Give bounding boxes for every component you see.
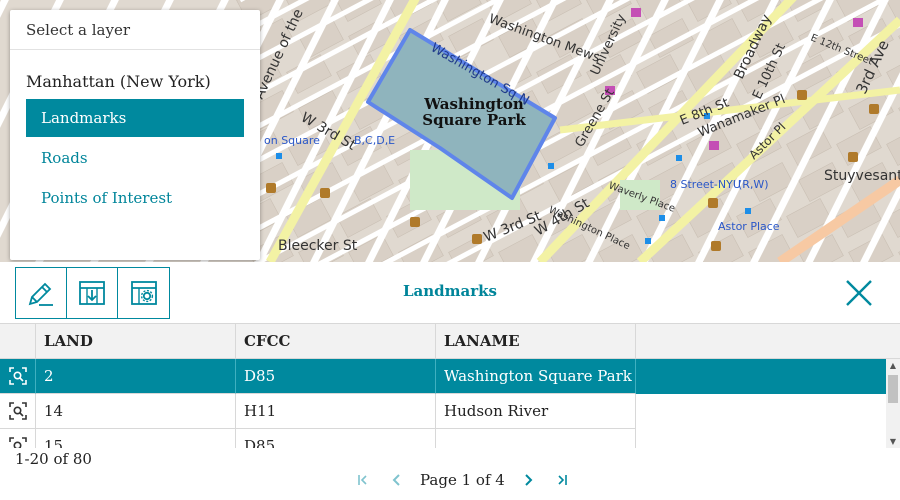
layer-item-points-of-interest[interactable]: Points of Interest bbox=[26, 179, 244, 217]
column-header-laname[interactable]: LANAME bbox=[436, 324, 636, 359]
station-label: Astor Place bbox=[718, 220, 780, 233]
table-footer: 1-20 of 80 Page 1 of 4 bbox=[0, 448, 900, 500]
scrollbar-thumb[interactable] bbox=[888, 375, 898, 403]
layer-list: Landmarks Roads Points of Interest bbox=[26, 99, 244, 217]
scroll-up-arrow-icon[interactable]: ▲ bbox=[886, 361, 900, 371]
header-zoom-col bbox=[0, 324, 36, 359]
record-count: 1-20 of 80 bbox=[15, 450, 92, 468]
cell-land: 14 bbox=[36, 394, 236, 429]
layer-group-label: Manhattan (New York) bbox=[26, 72, 211, 91]
poi-icon bbox=[848, 152, 858, 162]
transit-stop-icon bbox=[276, 153, 282, 159]
poi-icon bbox=[708, 198, 718, 208]
first-page-button[interactable] bbox=[352, 470, 374, 490]
attribute-table-toolbar: Landmarks bbox=[0, 262, 900, 324]
table-header-row: LAND CFCC LANAME bbox=[0, 324, 900, 359]
zoom-to-icon bbox=[8, 367, 27, 385]
row-highlight bbox=[636, 359, 886, 394]
cell-cfcc: D85 bbox=[236, 359, 436, 394]
close-table-button[interactable] bbox=[842, 276, 876, 310]
zoom-to-button[interactable] bbox=[0, 394, 36, 429]
transit-stop-icon bbox=[548, 163, 554, 169]
chevron-right-icon bbox=[525, 474, 533, 486]
cell-laname: Hudson River bbox=[436, 394, 636, 429]
close-icon bbox=[846, 280, 872, 306]
poi-icon bbox=[266, 183, 276, 193]
layer-panel-title: Select a layer bbox=[10, 10, 260, 50]
shop-icon bbox=[631, 8, 641, 17]
poi-icon bbox=[410, 217, 420, 227]
table-title: Landmarks bbox=[403, 282, 497, 300]
chevron-left-icon bbox=[392, 474, 400, 486]
layer-selector-panel: Select a layer Manhattan (New York) Land… bbox=[10, 10, 260, 260]
poi-icon bbox=[472, 234, 482, 244]
shop-icon bbox=[853, 18, 863, 27]
transit-stop-icon bbox=[676, 155, 682, 161]
cell-cfcc: D85 bbox=[236, 429, 436, 448]
layer-item-roads[interactable]: Roads bbox=[26, 139, 244, 177]
zoom-to-button[interactable] bbox=[0, 359, 36, 394]
table-scrollbar[interactable]: ▲ ▼ bbox=[886, 359, 900, 448]
last-page-icon bbox=[558, 475, 567, 485]
station-label: 8 Street-NYU bbox=[670, 178, 741, 191]
table-row[interactable]: 14 H11 Hudson River bbox=[0, 394, 886, 429]
previous-page-button[interactable] bbox=[386, 470, 408, 490]
cell-land: 2 bbox=[36, 359, 236, 394]
station-label: (R,W) bbox=[738, 178, 769, 191]
street-label: Stuyvesant bbox=[824, 168, 900, 184]
first-page-icon bbox=[358, 475, 367, 485]
next-page-button[interactable] bbox=[517, 470, 539, 490]
poi-icon bbox=[869, 104, 879, 114]
zoom-to-icon bbox=[8, 402, 27, 420]
transit-stop-icon bbox=[645, 238, 651, 244]
layer-item-landmarks[interactable]: Landmarks bbox=[26, 99, 244, 137]
cell-laname: Washington Square Park bbox=[436, 359, 636, 394]
pager: Page 1 of 4 bbox=[346, 470, 579, 490]
station-label: B,C,D,E bbox=[354, 134, 395, 147]
station-label: on Square bbox=[264, 134, 320, 147]
header-filler bbox=[636, 324, 900, 359]
street-label: Bleecker St bbox=[278, 238, 358, 254]
last-page-button[interactable] bbox=[551, 470, 573, 490]
zoom-to-button[interactable] bbox=[0, 429, 36, 448]
table-row[interactable]: 2 D85 Washington Square Park bbox=[0, 359, 886, 394]
table-row[interactable]: 15 D85 bbox=[0, 429, 886, 448]
scroll-down-arrow-icon[interactable]: ▼ bbox=[886, 437, 900, 447]
page-indicator: Page 1 of 4 bbox=[420, 471, 505, 489]
poi-icon bbox=[797, 90, 807, 100]
cell-laname bbox=[436, 429, 636, 448]
attribute-table: LAND CFCC LANAME 2 D85 Washington Square… bbox=[0, 323, 900, 448]
poi-icon bbox=[320, 188, 330, 198]
zoom-to-icon bbox=[8, 437, 27, 448]
column-header-land[interactable]: LAND bbox=[36, 324, 236, 359]
park-label: Square Park bbox=[422, 111, 526, 129]
column-header-cfcc[interactable]: CFCC bbox=[236, 324, 436, 359]
cell-cfcc: H11 bbox=[236, 394, 436, 429]
cell-land: 15 bbox=[36, 429, 236, 448]
transit-stop-icon bbox=[659, 215, 665, 221]
transit-stop-icon bbox=[745, 208, 751, 214]
shop-icon bbox=[709, 141, 719, 150]
poi-icon bbox=[711, 241, 721, 251]
